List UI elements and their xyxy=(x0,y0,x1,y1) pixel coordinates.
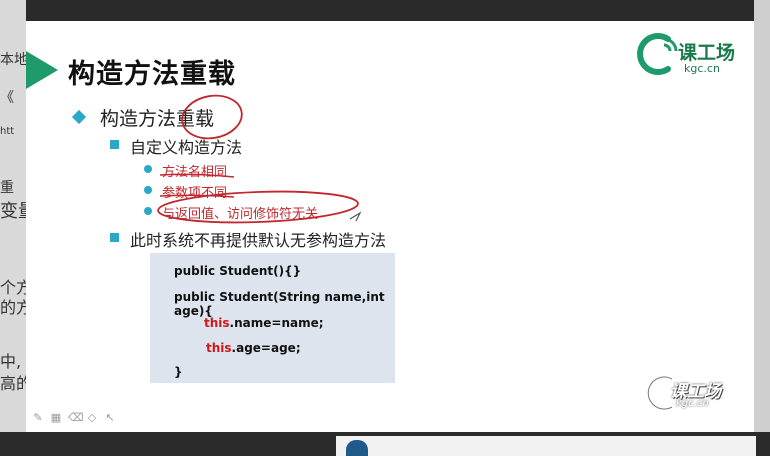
dot-bullet-icon xyxy=(144,186,152,194)
level1-bullet-text: 构造方法重载 xyxy=(100,108,215,130)
code-keyword: this xyxy=(206,341,232,355)
code-line: public Student(){} xyxy=(174,264,302,278)
square-bullet-icon xyxy=(110,233,119,242)
background-avatar xyxy=(346,440,368,456)
code-block: public Student(){} public Student(String… xyxy=(150,253,395,383)
code-line: this.age=age; xyxy=(206,341,301,355)
background-text: 的方 xyxy=(0,298,26,317)
logo-brand-text: 课工场 xyxy=(678,42,736,64)
pen-icon[interactable]: ✎ xyxy=(32,412,44,424)
background-window-right xyxy=(754,0,770,456)
code-text: .age=age; xyxy=(231,341,301,355)
sub-bullet-text: 与返回值、访问修饰符无关 xyxy=(162,207,319,222)
background-text: 变量 xyxy=(0,201,26,222)
watermark-domain-text: kgc.cn xyxy=(676,398,709,409)
diamond-bullet-icon xyxy=(71,109,87,125)
watermark-logo: 课工场 kgc.cn xyxy=(642,369,742,419)
background-panel xyxy=(336,436,756,456)
eraser-icon[interactable]: ⌫ xyxy=(68,412,84,424)
presentation-slide: 构造方法重载 课工场 kgc.cn 构造方法重载 自定义构造方法 方法名相同 参… xyxy=(26,21,754,432)
code-line: this.name=name; xyxy=(204,316,324,330)
bullet-text: 自定义构造方法 xyxy=(130,138,243,157)
background-text: 高的 xyxy=(0,374,26,393)
code-line: } xyxy=(174,365,183,379)
title-accent-triangle xyxy=(26,51,58,89)
background-text: 本地 xyxy=(0,52,26,68)
code-line: public Student(String name,int age){ xyxy=(174,290,385,318)
bullet-text: 此时系统不再提供默认无参构造方法 xyxy=(130,231,387,250)
background-window-bottom xyxy=(0,432,770,456)
logo-c-icon xyxy=(637,33,678,75)
sub-bullet-text: 参数项不同 xyxy=(162,186,228,201)
annotation-pen-mark xyxy=(349,211,362,222)
background-text: htt xyxy=(0,126,15,137)
code-keyword: this xyxy=(204,316,230,330)
grid-icon[interactable]: ▦ xyxy=(50,412,62,424)
code-text: .name=name; xyxy=(229,316,324,330)
background-text: 重 xyxy=(0,180,14,196)
logo-domain-text: kgc.cn xyxy=(684,62,720,75)
background-text: 中, xyxy=(0,352,22,371)
pointer-icon[interactable]: ↖ xyxy=(104,412,116,424)
brand-logo: 课工场 kgc.cn xyxy=(636,31,751,81)
background-text: 《 xyxy=(0,90,14,106)
dot-bullet-icon xyxy=(144,207,152,215)
square-bullet-icon xyxy=(110,140,119,149)
slide-title: 构造方法重载 xyxy=(68,59,236,90)
background-text: 个方 xyxy=(0,278,26,297)
shape-icon[interactable]: ◇ xyxy=(86,412,98,424)
dot-bullet-icon xyxy=(144,165,152,173)
background-window-left: 本地 《 htt 重 变量 个方 的方 中, 高的 xyxy=(0,0,26,456)
sub-bullet-text: 方法名相同 xyxy=(162,165,228,180)
presentation-toolbar: ✎ ▦ ⌫ ◇ ↖ xyxy=(32,412,116,426)
